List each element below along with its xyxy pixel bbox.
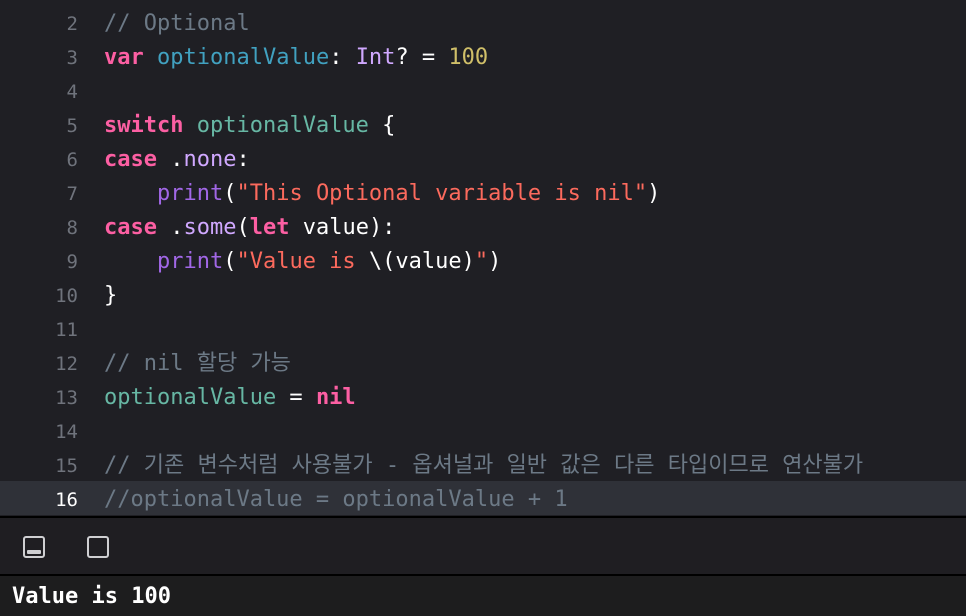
- code-token: "Value is: [236, 249, 369, 274]
- code-token: value):: [289, 215, 396, 240]
- code-token: :: [329, 45, 356, 70]
- code-token: case: [104, 147, 157, 172]
- line-number: 6: [66, 149, 78, 171]
- line-number: 14: [55, 421, 78, 443]
- code-line[interactable]: 7 print("This Optional variable is nil"): [0, 175, 966, 209]
- code-line[interactable]: 9 print("Value is \(value)"): [0, 243, 966, 277]
- code-token: "This Optional variable is nil": [236, 181, 648, 206]
- line-number: 16: [55, 489, 78, 511]
- code-text: print("This Optional variable is nil"): [104, 183, 660, 205]
- line-number: 12: [55, 353, 78, 375]
- code-token: case: [104, 215, 157, 240]
- code-text: // 기존 변수처럼 사용불가 - 옵셔널과 일반 값은 다른 타입이므로 연산…: [104, 455, 863, 477]
- debug-toolbar: [0, 516, 966, 574]
- code-token: let: [249, 215, 290, 240]
- code-token: // Optional: [104, 11, 250, 36]
- code-line[interactable]: 2 // Optional: [0, 5, 966, 39]
- code-text: print("Value is \(value)"): [104, 251, 501, 273]
- console-output: Value is 100: [12, 584, 171, 609]
- code-editor[interactable]: 2 // Optional 3 var optionalValue: Int? = 1…: [0, 0, 966, 516]
- code-token: ? =: [395, 45, 449, 70]
- code-token: switch: [104, 113, 184, 138]
- code-token: none: [183, 147, 237, 172]
- code-line[interactable]: 12 // nil 할당 가능: [0, 345, 966, 379]
- code-line[interactable]: 3 var optionalValue: Int? = 100: [0, 39, 966, 73]
- line-number: 9: [66, 251, 78, 273]
- code-text: // nil 할당 가능: [104, 353, 291, 375]
- code-token: :: [236, 147, 250, 172]
- code-token: (: [223, 181, 237, 206]
- code-token: optionalValue: [104, 385, 277, 410]
- code-token: some: [183, 215, 237, 240]
- code-token: // nil 할당 가능: [104, 351, 291, 376]
- code-token: (: [236, 215, 250, 240]
- code-token: {: [368, 113, 396, 138]
- code-token: .: [156, 147, 184, 172]
- code-token: ): [488, 249, 502, 274]
- code-text: case .none:: [104, 149, 250, 171]
- code-token: }: [104, 283, 118, 308]
- hide-debug-area-icon[interactable]: [23, 536, 45, 558]
- code-text: var optionalValue: Int? = 100: [104, 47, 488, 69]
- code-token: // 기존 변수처럼 사용불가 - 옵셔널과 일반 값은 다른 타입이므로 연산…: [104, 453, 864, 478]
- code-token: ): [647, 181, 661, 206]
- line-number: 10: [55, 285, 78, 307]
- code-line[interactable]: 8 case .some(let value):: [0, 209, 966, 243]
- line-number: 7: [66, 183, 78, 205]
- code-token: nil: [315, 385, 356, 410]
- code-line[interactable]: 15 // 기존 변수처럼 사용불가 - 옵셔널과 일반 값은 다른 타입이므로 …: [0, 447, 966, 481]
- code-token: //optionalValue = optionalValue + 1: [104, 487, 568, 512]
- code-token: \(value): [368, 249, 475, 274]
- line-number: 15: [55, 455, 78, 477]
- show-console-icon[interactable]: [87, 536, 109, 558]
- code-token: optionalValue: [196, 113, 369, 138]
- code-token: =: [276, 385, 316, 410]
- code-token: 100: [448, 45, 489, 70]
- code-line[interactable]: 13 optionalValue = nil: [0, 379, 966, 413]
- line-number: 5: [66, 115, 78, 137]
- line-number: 2: [66, 13, 78, 35]
- code-text: //optionalValue = optionalValue + 1: [104, 489, 568, 511]
- code-token: var: [104, 45, 144, 70]
- code-line[interactable]: 16 //optionalValue = optionalValue + 1: [0, 481, 966, 515]
- console-area[interactable]: Value is 100: [0, 574, 966, 616]
- code-token: ": [474, 249, 489, 274]
- code-text: }: [104, 285, 117, 307]
- code-text: optionalValue = nil: [104, 387, 356, 409]
- code-token: (: [223, 249, 237, 274]
- line-number: 8: [66, 217, 78, 239]
- code-token: optionalValue: [157, 45, 330, 70]
- code-token: .: [156, 215, 184, 240]
- line-number: 13: [55, 387, 78, 409]
- code-text: // Optional: [104, 13, 250, 35]
- code-line[interactable]: 6 case .none:: [0, 141, 966, 175]
- code-line[interactable]: 10}: [0, 277, 966, 311]
- code-line[interactable]: 11: [0, 311, 966, 345]
- line-number: 3: [66, 47, 78, 69]
- code-token: print: [156, 249, 224, 274]
- code-token: print: [156, 181, 224, 206]
- code-text: switch optionalValue {: [104, 115, 395, 137]
- line-number: 4: [66, 81, 78, 103]
- code-token: Int: [355, 45, 396, 70]
- code-line[interactable]: 5 switch optionalValue {: [0, 107, 966, 141]
- code-line[interactable]: 14: [0, 413, 966, 447]
- line-number: 11: [55, 319, 78, 341]
- code-line[interactable]: 4: [0, 73, 966, 107]
- code-text: case .some(let value):: [104, 217, 395, 239]
